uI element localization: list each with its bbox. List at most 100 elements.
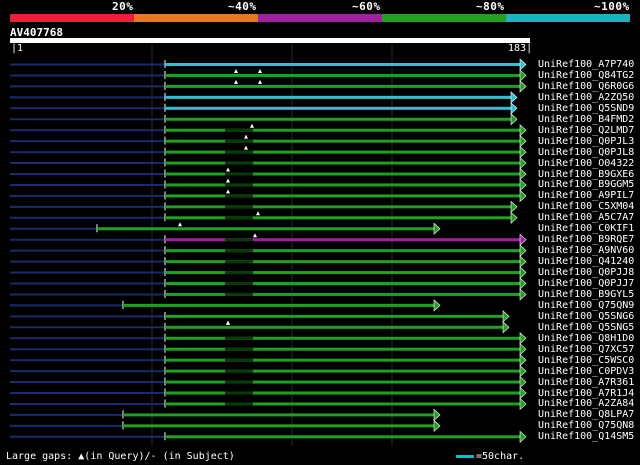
hit-bar[interactable]: [123, 413, 434, 417]
hit-bar[interactable]: [165, 106, 511, 110]
hit-label[interactable]: UniRef100_C0PDV3: [538, 366, 634, 377]
hit-label[interactable]: UniRef100_Q5SNG6: [538, 311, 634, 322]
hit-bar[interactable]: [165, 435, 520, 439]
hit-end-arrow-icon: [519, 397, 527, 411]
hit-bar[interactable]: [165, 271, 520, 275]
subject-gap-segment: [225, 205, 253, 209]
hit-bar[interactable]: [165, 402, 520, 406]
subject-gap-segment: [225, 380, 253, 384]
hit-label[interactable]: UniRef100_B9RQE7: [538, 234, 634, 245]
hit-label[interactable]: UniRef100_A5C7A7: [538, 212, 634, 223]
hit-bar[interactable]: [97, 227, 434, 231]
hit-label[interactable]: UniRef100_A2ZA84: [538, 398, 634, 409]
hit-label[interactable]: UniRef100_B9GXE6: [538, 169, 634, 180]
hit-bar[interactable]: [165, 172, 520, 176]
hit-bar[interactable]: [165, 63, 520, 66]
hit-label[interactable]: UniRef100_O04322: [538, 158, 634, 169]
hit-label[interactable]: UniRef100_A7P740: [538, 59, 634, 70]
hit-bar[interactable]: [165, 292, 520, 296]
hit-bar[interactable]: [123, 424, 434, 428]
hit-label[interactable]: UniRef100_A2ZQ50: [538, 92, 634, 103]
hit-end-arrow-icon: [519, 80, 527, 93]
hit-bar[interactable]: [165, 139, 520, 143]
hit-label[interactable]: UniRef100_Q0PJL8: [538, 147, 634, 158]
hit-label[interactable]: UniRef100_C0KIF1: [538, 223, 634, 234]
hit-end-arrow-icon: [510, 91, 518, 104]
subject-gap-segment: [225, 238, 253, 242]
hit-end-arrow-icon: [519, 58, 527, 71]
hit-bar[interactable]: [165, 95, 511, 99]
length-scale-text: =50char.: [476, 451, 525, 462]
hit-bar[interactable]: [165, 205, 511, 209]
hit-bar[interactable]: [165, 391, 520, 395]
hit-bar[interactable]: [165, 260, 520, 264]
hit-label[interactable]: UniRef100_A7R361: [538, 377, 634, 388]
hit-label[interactable]: UniRef100_Q75QN8: [538, 420, 634, 431]
hit-end-arrow-icon: [510, 211, 518, 224]
hit-label[interactable]: UniRef100_Q0PJL3: [538, 136, 634, 147]
hit-bar[interactable]: [165, 358, 520, 362]
hit-bar[interactable]: [165, 183, 520, 187]
hit-end-arrow-icon: [433, 222, 441, 235]
hit-label[interactable]: UniRef100_Q5SND9: [538, 103, 634, 114]
subject-gap-segment: [225, 216, 253, 220]
hit-bar[interactable]: [165, 73, 520, 77]
hit-label[interactable]: UniRef100_Q7XC57: [538, 344, 634, 355]
gaps-legend-prefix: Large gaps:: [6, 451, 73, 462]
subject-gap-segment: [225, 347, 253, 351]
hit-bar[interactable]: [165, 336, 520, 340]
hit-label[interactable]: UniRef100_B9GGM5: [538, 179, 634, 190]
hit-end-arrow-icon: [510, 200, 518, 214]
hit-label[interactable]: UniRef100_Q5SNG5: [538, 322, 634, 333]
hit-bar[interactable]: [165, 325, 503, 329]
hit-bar[interactable]: [165, 216, 511, 220]
hit-end-arrow-icon: [519, 233, 527, 246]
hit-bar[interactable]: [165, 369, 520, 373]
hit-end-arrow-icon: [519, 156, 527, 170]
hit-label[interactable]: UniRef100_Q75QN9: [538, 300, 634, 311]
query-gap-triangle-icon: [226, 189, 230, 194]
query-gap-triangle-icon: [234, 79, 238, 84]
subject-gap-segment: [225, 128, 253, 132]
hit-end-arrow-icon: [519, 375, 527, 389]
hit-bar[interactable]: [165, 282, 520, 285]
hit-bar[interactable]: [165, 84, 520, 88]
length-scale-legend: =50char.: [456, 451, 524, 462]
hit-bar[interactable]: [165, 347, 520, 351]
hit-label[interactable]: UniRef100_A7R1J4: [538, 388, 634, 399]
hit-label[interactable]: UniRef100_Q14SM5: [538, 431, 634, 442]
hit-end-arrow-icon: [519, 266, 527, 279]
hit-bar[interactable]: [165, 150, 520, 154]
hit-label[interactable]: UniRef100_Q8LPA7: [538, 409, 634, 420]
hit-label[interactable]: UniRef100_C5WSC0: [538, 355, 634, 366]
hit-bar[interactable]: [165, 249, 520, 253]
hit-label[interactable]: UniRef100_Q41240: [538, 256, 634, 267]
hit-bar[interactable]: [165, 314, 503, 318]
hit-bar[interactable]: [123, 303, 434, 307]
hit-end-arrow-icon: [519, 430, 527, 443]
hit-bar[interactable]: [165, 161, 520, 165]
hit-label[interactable]: UniRef100_Q0PJJ8: [538, 267, 634, 278]
subject-gap-segment: [225, 391, 253, 395]
query-gap-triangle-icon: [226, 320, 230, 325]
hit-bar[interactable]: [165, 128, 520, 132]
hit-label[interactable]: UniRef100_Q84TG2: [538, 70, 634, 81]
hit-label[interactable]: UniRef100_A9NV60: [538, 245, 634, 256]
hit-end-arrow-icon: [519, 332, 527, 345]
hit-end-arrow-icon: [510, 113, 518, 126]
hit-label[interactable]: UniRef100_Q0PJJ7: [538, 278, 634, 289]
hit-label[interactable]: UniRef100_Q2LMD7: [538, 125, 634, 136]
hit-label[interactable]: UniRef100_C5XM04: [538, 201, 634, 212]
hit-bar[interactable]: [165, 117, 511, 121]
subject-gap-segment: [225, 260, 253, 264]
hit-label[interactable]: UniRef100_Q8H1D0: [538, 333, 634, 344]
hit-bar[interactable]: [165, 238, 520, 242]
hit-label[interactable]: UniRef100_A9PIL7: [538, 190, 634, 201]
hit-bar[interactable]: [165, 194, 520, 198]
subject-gap-segment: [225, 183, 253, 187]
hit-bar[interactable]: [165, 380, 520, 384]
hit-label[interactable]: UniRef100_Q6R0G6: [538, 81, 634, 92]
hit-label[interactable]: UniRef100_B4FMD2: [538, 114, 634, 125]
hit-label[interactable]: UniRef100_B9GYL5: [538, 289, 634, 300]
hit-end-arrow-icon: [502, 310, 510, 323]
